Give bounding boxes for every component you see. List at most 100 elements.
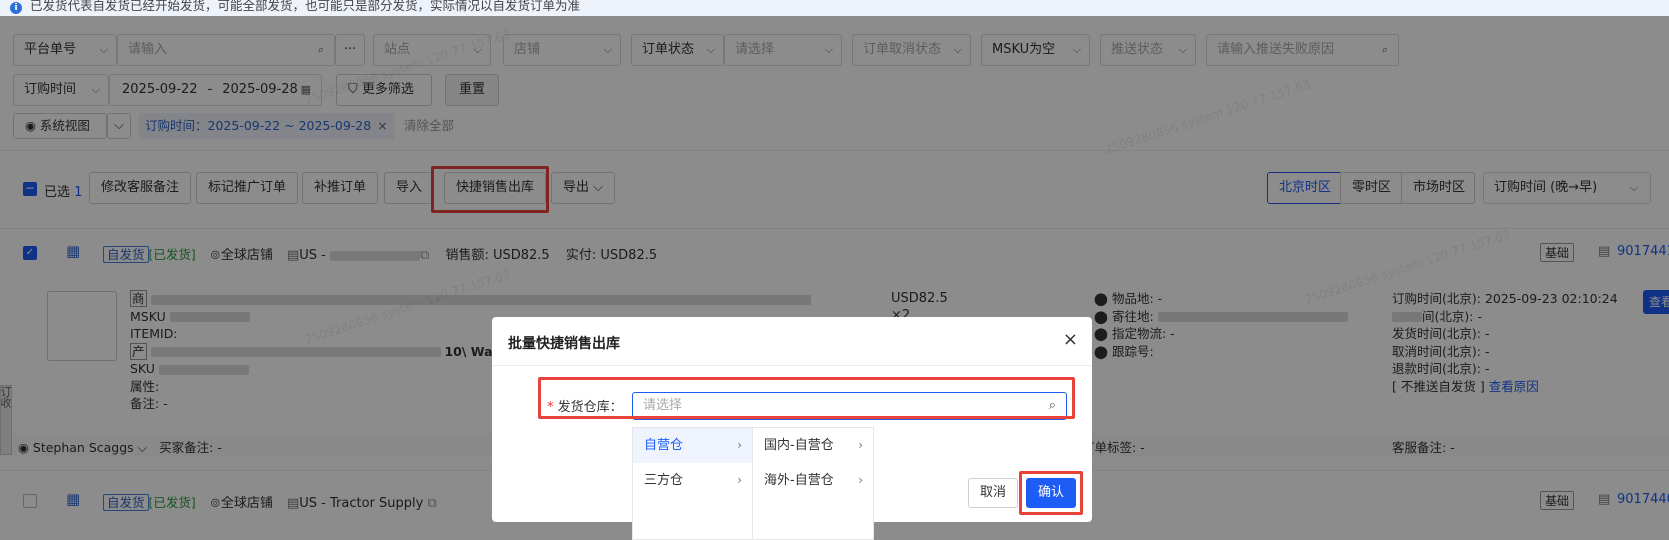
push-status-placeholder: 推送状态 xyxy=(1111,42,1164,57)
ship-to-label: 寄往地: xyxy=(1111,308,1154,324)
level-badge: 基础 xyxy=(1540,243,1575,262)
store-icon: ▤ xyxy=(286,496,300,511)
tz-zero-tab[interactable]: 零时区 xyxy=(1340,172,1402,204)
chevron-right-icon: › xyxy=(737,438,742,452)
date-range-picker[interactable]: 2025-09-22-2025-09-28 ▦ xyxy=(109,74,322,106)
eye-icon: ◉ xyxy=(25,118,40,133)
close-icon[interactable]: × xyxy=(1063,329,1078,350)
view-button[interactable]: 查看 xyxy=(1643,290,1669,314)
shop-select[interactable]: 店铺 ⌵ xyxy=(503,34,621,66)
redacted xyxy=(330,250,421,261)
order-checkbox[interactable]: ✓ xyxy=(23,246,37,260)
redacted xyxy=(158,364,249,375)
no-push-label: [ 不推送自发货 ] xyxy=(1392,378,1485,394)
sku-label: SKU xyxy=(130,361,155,376)
order-status-select[interactable]: 请选择 ⌵ xyxy=(724,34,842,66)
highlight-box xyxy=(431,166,549,213)
buyer-row: ◉ Stephan Scaggs ⌵ 买家备注: - xyxy=(18,437,222,456)
cascader-item-self[interactable]: 自营仓 › xyxy=(633,428,752,463)
edit-remark-button[interactable]: 修改客服备注 xyxy=(89,172,192,204)
order-status-label: 订单状态 xyxy=(642,42,695,57)
more-options-button[interactable]: ··· xyxy=(335,34,365,66)
clear-all-link[interactable]: 清除全部 xyxy=(404,113,454,139)
close-icon[interactable]: × xyxy=(377,118,387,133)
order-status-type[interactable]: 订单状态 ⌵ xyxy=(631,34,724,66)
chevron-right-icon: › xyxy=(737,473,742,487)
msku-select[interactable]: MSKU为空 ⌵ xyxy=(981,34,1090,66)
truck-icon: ⬤ xyxy=(1094,326,1112,341)
sort-select[interactable]: 订购时间 (晚→早) ⌵ xyxy=(1483,172,1651,204)
copy-icon[interactable]: ⧉ xyxy=(427,496,436,511)
paid-value: USD82.5 xyxy=(600,248,658,263)
platform-no-input[interactable]: 请输入 ⌕ xyxy=(117,34,335,66)
copy-icon[interactable]: ⧉ xyxy=(420,248,429,263)
cancel-button[interactable]: 取消 xyxy=(968,478,1019,508)
more-filter-label: 更多筛选 xyxy=(361,82,414,97)
reset-button[interactable]: 重置 xyxy=(445,74,499,106)
search-icon[interactable]: ⌕ xyxy=(318,35,324,65)
clipboard-icon: ▤ xyxy=(1598,492,1611,507)
platform-no-select[interactable]: 平台单号 ⌵ xyxy=(13,34,117,66)
repush-button[interactable]: 补推订单 xyxy=(302,172,379,204)
order-number[interactable]: 9017440 xyxy=(1617,492,1669,507)
active-filter-chip[interactable]: 订购时间：2025-09-22 ~ 2025-09-28 × xyxy=(139,113,394,139)
cancel-time-value: - xyxy=(1484,343,1490,359)
order-number[interactable]: 9017441 xyxy=(1617,244,1669,259)
highlight-box xyxy=(538,377,1075,419)
cancel-status-select[interactable]: 订单取消状态 ⌵ xyxy=(852,34,971,66)
system-view-button[interactable]: ◉ 系统视图 xyxy=(13,113,107,139)
date-end: 2025-09-28 xyxy=(222,82,298,97)
calendar-icon: ▦ xyxy=(300,83,311,96)
refund-time-label: 退款时间(北京): xyxy=(1392,361,1481,376)
cascader-item-third[interactable]: 三方仓 › xyxy=(633,463,752,498)
side-tab[interactable]: 订收 xyxy=(0,385,12,455)
highlight-box xyxy=(1019,471,1083,515)
order-header: 自发货 [已发货] ⊚全球店铺 ▤US - ⧉ 销售额: USD82.5 实付: … xyxy=(103,244,657,263)
time-type-label: 订购时间 xyxy=(24,82,77,97)
cascader-item-overseas[interactable]: 海外-自营仓 › xyxy=(753,463,873,498)
cascader-col-2: 国内-自营仓 › 海外-自营仓 › xyxy=(752,427,874,540)
selected-count: 已选 1 xyxy=(44,181,82,200)
redacted xyxy=(150,294,811,305)
self-ship-tag: 自发货 xyxy=(103,246,149,263)
chevron-right-icon: › xyxy=(858,473,863,487)
tz-beijing-tab[interactable]: 北京时区 xyxy=(1267,172,1341,204)
site-select[interactable]: 站点 ⌵ xyxy=(373,34,491,66)
import-button[interactable]: 导入 xyxy=(384,172,435,204)
order-tag-value: - xyxy=(1140,440,1145,455)
grid-icon: ▦ xyxy=(66,242,81,260)
cascader-item-domestic[interactable]: 国内-自营仓 › xyxy=(753,428,873,463)
tz-market-tab[interactable]: 市场时区 xyxy=(1401,172,1475,204)
export-button[interactable]: 导出 ⌵ xyxy=(551,172,615,204)
cascader-col-1: 自营仓 › 三方仓 › xyxy=(632,427,753,540)
time-type-select[interactable]: 订购时间 ⌵ xyxy=(13,74,109,106)
redacted xyxy=(150,347,441,357)
search-icon[interactable]: ⌕ xyxy=(1382,35,1388,65)
pin-icon: ⬤ xyxy=(1094,291,1112,306)
divider xyxy=(492,365,1092,366)
system-view-dropdown[interactable]: ⌵ xyxy=(107,113,131,139)
pay-time-value: - xyxy=(1477,308,1482,324)
chevron-down-icon: ⌵ xyxy=(99,43,108,56)
select-all-checkbox[interactable]: − xyxy=(23,182,37,196)
notice-bar: i 已发货代表自发货已经开始发货，可能全部发货，也可能只是部分发货，实际情况以自发… xyxy=(0,0,1669,16)
fail-reason-placeholder: 请输入推送失败原因 xyxy=(1217,42,1335,57)
buyer-name[interactable]: Stephan Scaggs xyxy=(33,440,134,455)
export-label: 导出 xyxy=(563,180,590,195)
cascader-item-label: 三方仓 xyxy=(644,473,684,488)
clipboard-icon: ▤ xyxy=(1598,244,1611,259)
chevron-down-icon: ⌵ xyxy=(473,43,482,56)
order-checkbox[interactable] xyxy=(23,494,37,508)
user-icon: ◉ xyxy=(18,440,33,455)
ship-time-value: - xyxy=(1484,326,1490,341)
date-start: 2025-09-22 xyxy=(122,82,198,97)
store-name: US - Tractor Supply xyxy=(299,496,424,511)
fail-reason-input[interactable]: 请输入推送失败原因 ⌕ xyxy=(1206,34,1399,66)
mark-promo-button[interactable]: 标记推广订单 xyxy=(196,172,299,204)
more-filter-button[interactable]: ⛉ 更多筛选 xyxy=(336,74,432,106)
store-name: US - xyxy=(299,248,326,263)
redacted xyxy=(1392,312,1422,322)
chevron-down-icon: ⌵ xyxy=(133,440,148,455)
push-status-select[interactable]: 推送状态 ⌵ xyxy=(1100,34,1196,66)
view-reason-link[interactable]: 查看原因 xyxy=(1489,379,1539,394)
